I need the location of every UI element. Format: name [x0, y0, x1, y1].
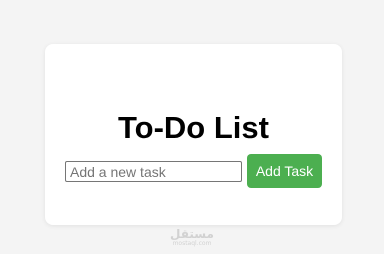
- new-task-input[interactable]: [65, 161, 242, 182]
- watermark-arabic-text: مستقل: [170, 227, 214, 241]
- watermark-latin-text: mostaql.com: [172, 240, 212, 247]
- todo-card: To-Do List: [45, 44, 342, 225]
- watermark-logo: مستقل mostaql.com: [160, 228, 224, 248]
- page-title: To-Do List: [118, 110, 269, 145]
- add-task-button[interactable]: Add Task: [247, 154, 322, 188]
